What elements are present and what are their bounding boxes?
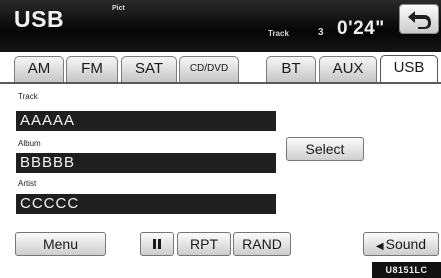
select-button[interactable]: Select <box>286 137 364 161</box>
back-button[interactable] <box>399 4 439 34</box>
tab-usb[interactable]: USB <box>380 55 438 83</box>
track-name-field: AAAAA <box>16 111 276 131</box>
sound-button[interactable]: ◀ Sound <box>363 232 439 256</box>
repeat-button[interactable]: RPT <box>177 232 231 256</box>
artist-field-label: Artist <box>18 179 37 188</box>
image-code-label: U8151LC <box>372 262 441 278</box>
source-title: USB <box>14 6 65 32</box>
tab-aux[interactable]: AUX <box>319 56 377 82</box>
header-bar: USB Pict Track 3 0'24" <box>0 0 441 52</box>
pict-label: Pict <box>112 5 125 12</box>
random-button[interactable]: RAND <box>233 232 291 256</box>
pause-icon <box>153 239 161 249</box>
sound-button-label: Sound <box>385 236 427 252</box>
menu-button[interactable]: Menu <box>15 232 106 256</box>
return-arrow-icon <box>408 11 431 29</box>
source-tabs: AM FM SAT CD/DVD BT AUX USB <box>0 52 441 84</box>
tab-sat[interactable]: SAT <box>121 56 177 82</box>
album-field-label: Album <box>18 139 41 148</box>
track-label: Track <box>268 29 289 38</box>
pause-button[interactable] <box>140 232 174 256</box>
tab-fm[interactable]: FM <box>66 56 118 82</box>
album-name-field: BBBBB <box>16 153 276 173</box>
usb-audio-screen: USB Pict Track 3 0'24" AM FM SAT CD/DVD … <box>0 0 441 278</box>
track-field-label: Track <box>18 92 38 101</box>
left-triangle-icon: ◀ <box>375 241 384 252</box>
artist-name-field: CCCCC <box>16 194 276 214</box>
elapsed-time: 0'24" <box>337 18 385 39</box>
tab-am[interactable]: AM <box>14 56 64 82</box>
track-number: 3 <box>318 27 324 38</box>
track-info-panel: Track AAAAA Select Album BBBBB Artist CC… <box>0 84 441 228</box>
tab-cd-dvd[interactable]: CD/DVD <box>179 56 239 82</box>
tab-bt[interactable]: BT <box>266 56 316 82</box>
